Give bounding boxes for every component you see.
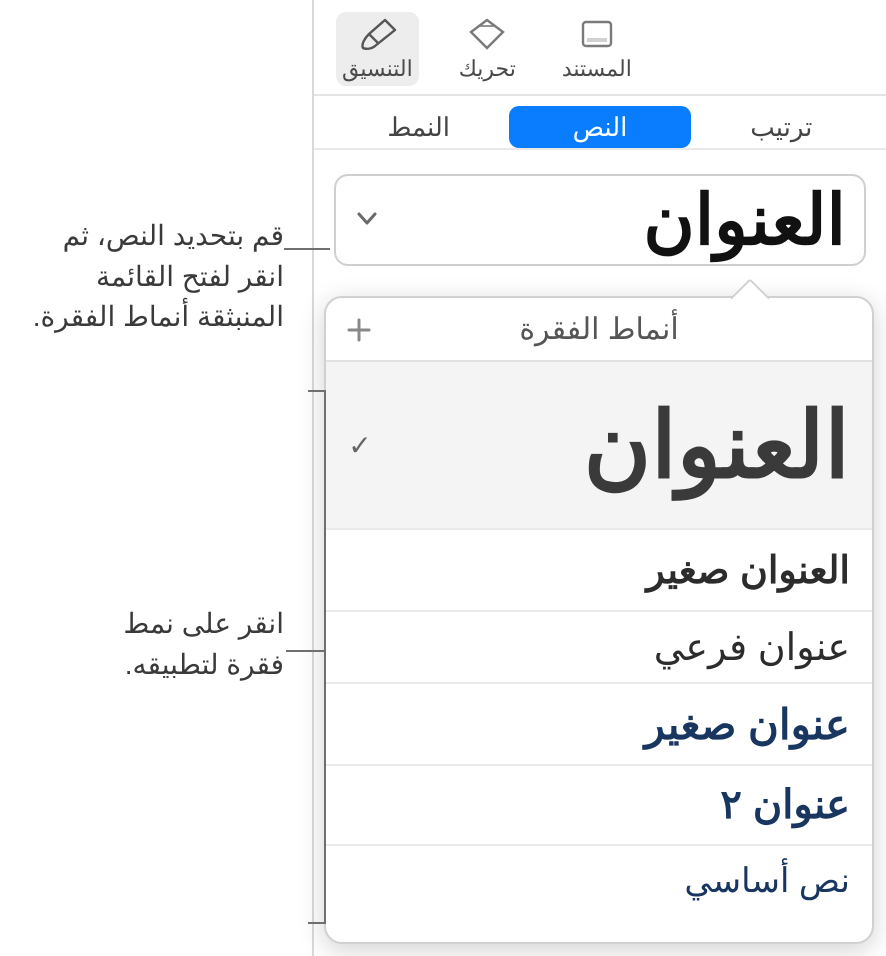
popover-header: أنماط الفقرة bbox=[326, 298, 872, 362]
leader-line bbox=[284, 248, 330, 250]
add-style-button[interactable] bbox=[344, 312, 374, 355]
current-style-label: العنوان bbox=[643, 179, 846, 261]
tab-arrange[interactable]: ترتيب bbox=[691, 106, 872, 148]
document-icon bbox=[575, 16, 619, 52]
document-tool[interactable]: المستند bbox=[556, 12, 638, 86]
leader-line bbox=[308, 390, 326, 392]
style-item-label: نص أساسي bbox=[376, 861, 850, 901]
style-item-label: عنوان صغير bbox=[376, 700, 850, 749]
popover-title: أنماط الفقرة bbox=[519, 312, 678, 347]
style-item-label: عنوان ٢ bbox=[376, 782, 850, 828]
leader-line bbox=[286, 650, 324, 652]
style-item-label: العنوان صغير bbox=[376, 548, 850, 593]
callout-open-popup: قم بتحديد النص، ثم انقر لفتح القائمة الم… bbox=[14, 216, 284, 338]
animate-tool[interactable]: تحريك bbox=[453, 12, 522, 86]
inspector-panel: التنسيق تحريك المستند النمط النص ترتيب ا… bbox=[312, 0, 886, 956]
style-item-heading-small[interactable]: عنوان صغير bbox=[326, 684, 872, 766]
inspector-tabs: النمط النص ترتيب bbox=[314, 96, 886, 150]
format-tool[interactable]: التنسيق bbox=[336, 12, 419, 86]
chevron-down-icon bbox=[354, 205, 380, 236]
check-icon: ✓ bbox=[344, 429, 376, 462]
style-item-heading-2[interactable]: عنوان ٢ bbox=[326, 766, 872, 846]
callout-apply-style: انقر على نمط فقرة لتطبيقه. bbox=[94, 604, 284, 685]
style-item-title-small[interactable]: العنوان صغير bbox=[326, 530, 872, 612]
paragraph-style-list: ✓ العنوان العنوان صغير عنوان فرعي عنوان … bbox=[326, 362, 872, 916]
style-item-label: عنوان فرعي bbox=[376, 625, 850, 670]
paragraph-style-popup-button[interactable]: العنوان bbox=[334, 174, 866, 266]
style-item-label: العنوان bbox=[376, 392, 850, 499]
format-tool-label: التنسيق bbox=[342, 56, 413, 82]
style-item-subtitle[interactable]: عنوان فرعي bbox=[326, 612, 872, 684]
animate-tool-label: تحريك bbox=[459, 56, 516, 82]
tab-text[interactable]: النص bbox=[509, 106, 690, 148]
tab-style[interactable]: النمط bbox=[328, 106, 509, 148]
style-item-title[interactable]: ✓ العنوان bbox=[326, 362, 872, 530]
diamond-icon bbox=[465, 16, 509, 52]
toolbar: التنسيق تحريك المستند bbox=[314, 0, 886, 96]
brush-icon bbox=[355, 16, 399, 52]
paragraph-style-control: العنوان bbox=[314, 150, 886, 266]
paragraph-styles-popover: أنماط الفقرة ✓ العنوان العنوان صغير عنوا… bbox=[324, 296, 874, 944]
style-item-body[interactable]: نص أساسي bbox=[326, 846, 872, 916]
leader-line bbox=[308, 922, 326, 924]
leader-line bbox=[324, 390, 326, 924]
document-tool-label: المستند bbox=[562, 56, 632, 82]
